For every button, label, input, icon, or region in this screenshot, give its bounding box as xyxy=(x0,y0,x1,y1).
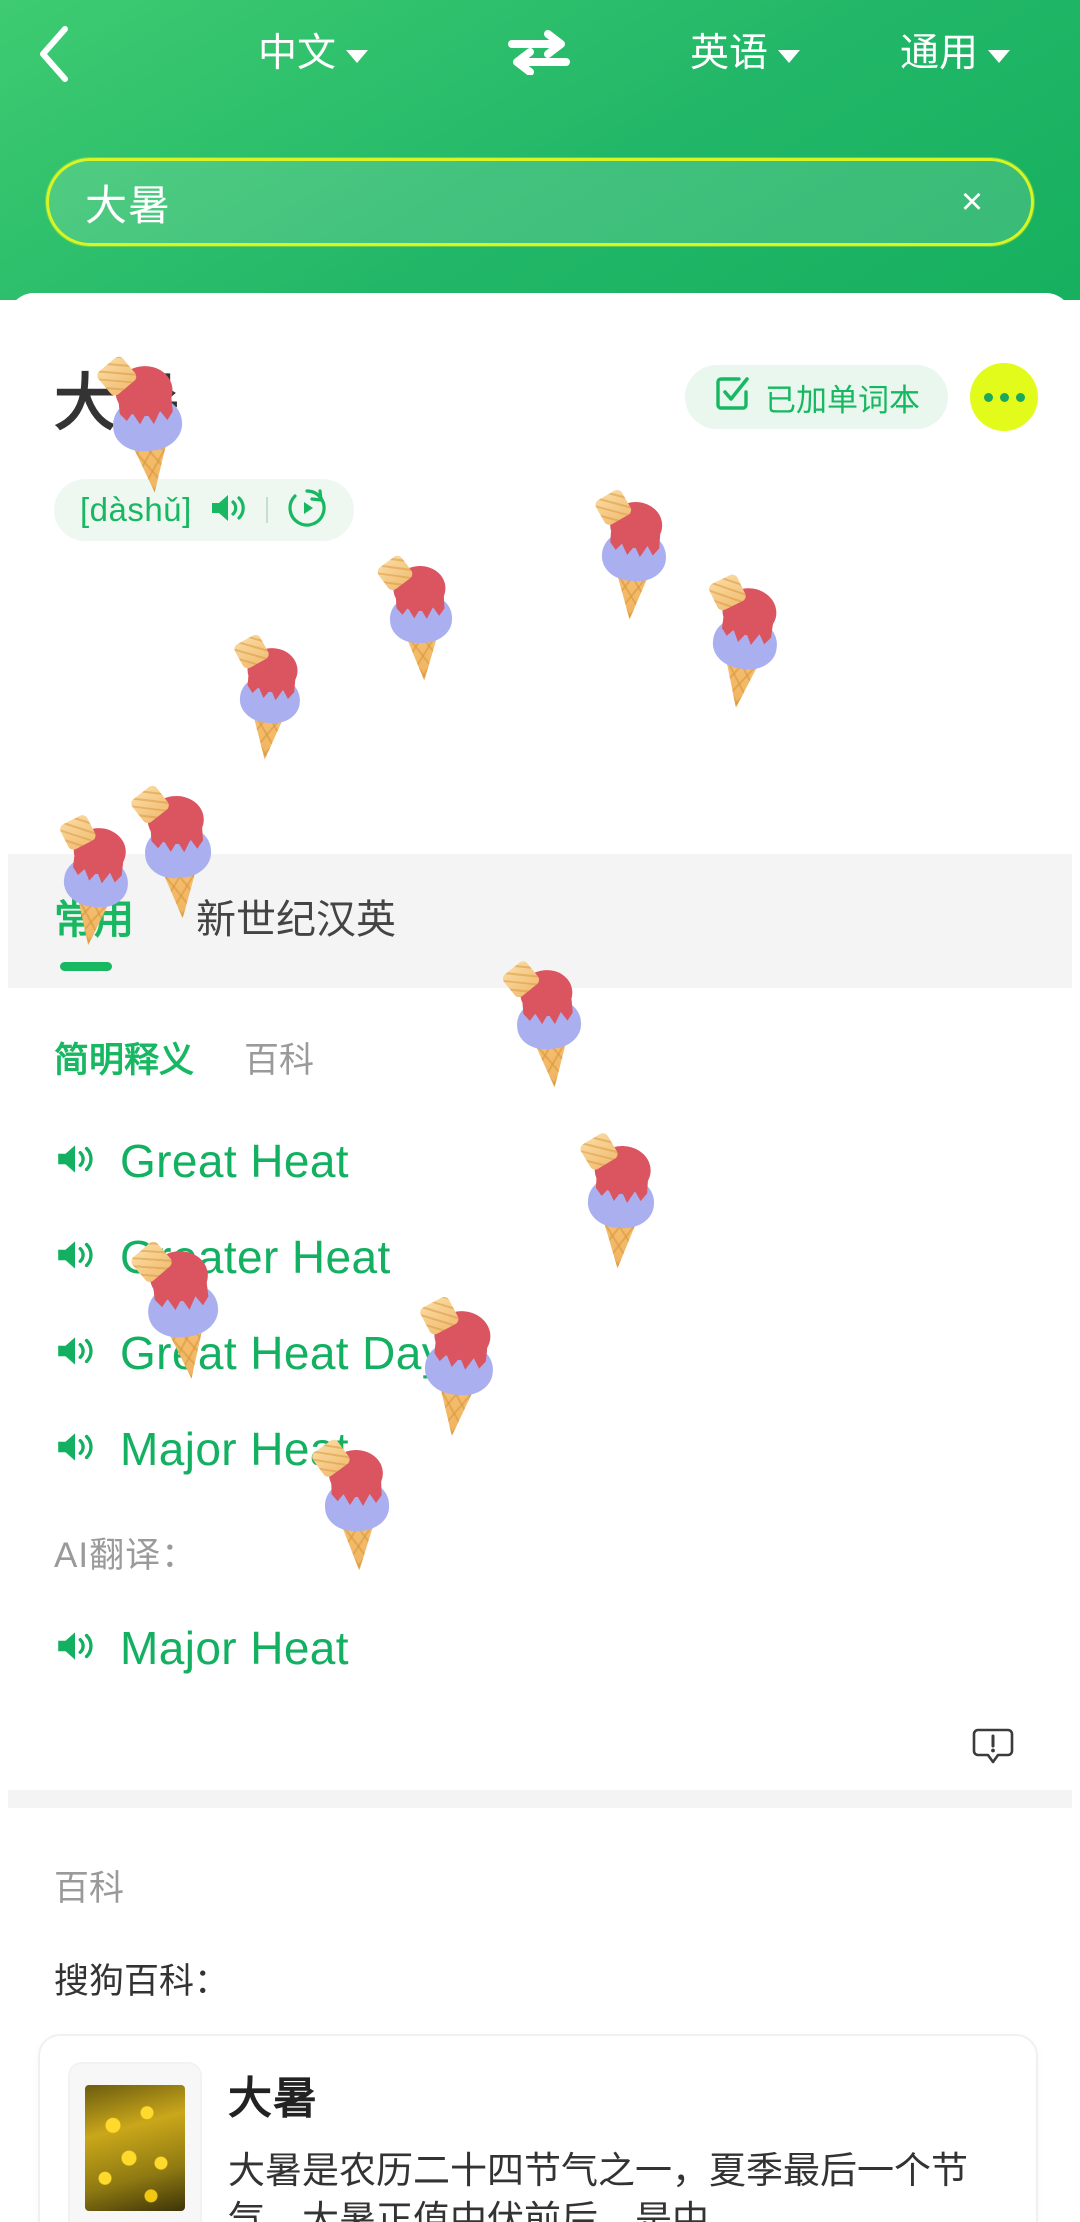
vocabulary-status-label: 已加单词本 xyxy=(765,382,920,418)
section-divider xyxy=(8,1790,1072,1808)
back-button[interactable] xyxy=(0,0,108,108)
chevron-down-icon xyxy=(346,50,369,63)
chevron-left-icon xyxy=(37,25,71,83)
pronunciation-row: [dàshǔ] xyxy=(8,453,1072,541)
translation-item[interactable]: Major Heat xyxy=(54,1413,1072,1485)
report-feedback-button[interactable] xyxy=(970,1723,1016,1774)
pronunciation-pill[interactable]: [dàshǔ] xyxy=(54,479,354,541)
translation-text: Great Heat Day xyxy=(120,1327,446,1379)
checkbox-check-icon xyxy=(713,374,751,420)
pill-divider xyxy=(265,497,268,523)
swap-languages-button[interactable] xyxy=(500,28,578,80)
translation-item[interactable]: Greater Heat xyxy=(54,1221,1072,1293)
ai-translation-text: Major Heat xyxy=(120,1622,349,1674)
speaker-icon[interactable] xyxy=(208,491,248,530)
swap-horizontal-icon xyxy=(508,29,570,80)
subtab-encyclopedia[interactable]: 百科 xyxy=(244,1032,314,1083)
word-header-actions: 已加单词本 xyxy=(685,363,1038,431)
page-title: 大暑 xyxy=(54,369,183,438)
word-header: 大暑 已加单词本 xyxy=(8,341,1072,453)
card-thumbnail xyxy=(68,2062,202,2222)
speaker-icon[interactable] xyxy=(54,1628,96,1669)
chevron-down-icon xyxy=(988,50,1011,63)
translation-item[interactable]: Major Heat xyxy=(54,1612,1072,1684)
translation-item[interactable]: Great Heat xyxy=(54,1125,1072,1197)
report-feedback-icon xyxy=(970,1728,1016,1773)
translation-text: Greater Heat xyxy=(120,1231,391,1283)
encyclopedia-source-label: 搜狗百科： xyxy=(54,1962,230,2001)
source-language-selector[interactable]: 中文 xyxy=(258,32,369,75)
mode-selector[interactable]: 通用 xyxy=(900,32,1011,75)
translation-item[interactable]: Great Heat Day xyxy=(54,1317,1072,1389)
clear-search-button[interactable]: × xyxy=(949,183,995,221)
app-root: 中文 英语 通用 大暑 × 大暑 已加单词本 [dàshǔ] 常用 新世纪汉英 … xyxy=(0,0,1080,2222)
more-dots-icon xyxy=(983,392,993,402)
tab-new-century-ce[interactable]: 新世纪汉英 xyxy=(196,887,396,955)
subtab-brief-definition[interactable]: 简明释义 xyxy=(54,1032,194,1083)
dictionary-tabs: 常用 新世纪汉英 xyxy=(8,854,1072,988)
source-language-label: 中文 xyxy=(258,32,337,75)
tab-common[interactable]: 常用 xyxy=(54,887,134,971)
speaker-icon[interactable] xyxy=(54,1141,96,1182)
card-description: 大暑是农历二十四节气之一，夏季最后一个节气。大暑正值中伏前后，是中… xyxy=(228,2150,968,2222)
encyclopedia-tab-label[interactable]: 百科 xyxy=(8,1808,1072,1911)
definition-section: 简明释义 百科 Great Heat Greater Heat Great He… xyxy=(8,988,1072,1764)
ai-translation-list: Major Heat xyxy=(8,1578,1072,1684)
target-language-selector[interactable]: 英语 xyxy=(690,32,801,75)
search-input-value: 大暑 xyxy=(85,181,172,229)
encyclopedia-card[interactable]: 大暑 大暑是农历二十四节气之一，夏季最后一个节气。大暑正值中伏前后，是中… xyxy=(38,2034,1038,2222)
more-options-button[interactable] xyxy=(970,363,1038,431)
definition-subtabs: 简明释义 百科 xyxy=(8,988,1072,1083)
card-content: 大暑 大暑是农历二十四节气之一，夏季最后一个节气。大暑正值中伏前后，是中… xyxy=(228,2062,1008,2222)
encyclopedia-section: 百科 搜狗百科： 大暑 大暑是农历二十四节气之一，夏季最后一个节气。大暑正值中伏… xyxy=(8,1808,1072,2222)
speaker-icon[interactable] xyxy=(54,1333,96,1374)
target-language-label: 英语 xyxy=(690,32,769,75)
pinyin-text: [dàshǔ] xyxy=(80,491,192,528)
result-sheet: 大暑 已加单词本 [dàshǔ] 常用 新世纪汉英 简明释义 百科 Great … xyxy=(8,293,1072,2222)
yellow-flower-field-photo xyxy=(85,2085,185,2211)
chevron-down-icon xyxy=(778,50,801,63)
more-dots-icon xyxy=(999,392,1009,402)
mode-label: 通用 xyxy=(900,32,979,75)
search-input[interactable]: 大暑 × xyxy=(46,158,1034,246)
translation-text: Great Heat xyxy=(120,1135,349,1187)
speaker-icon[interactable] xyxy=(54,1237,96,1278)
translation-text: Major Heat xyxy=(120,1423,349,1475)
vocabulary-status-badge[interactable]: 已加单词本 xyxy=(685,365,948,429)
ai-translation-label: AI翻译： xyxy=(54,1536,198,1575)
app-header: 中文 英语 通用 大暑 × xyxy=(0,0,1080,300)
play-circle-icon[interactable] xyxy=(286,487,328,534)
top-navigation-bar: 中文 英语 通用 xyxy=(0,0,1080,108)
more-dots-icon xyxy=(1015,392,1025,402)
card-title: 大暑 xyxy=(228,2074,318,2123)
speaker-icon[interactable] xyxy=(54,1429,96,1470)
translation-list: Great Heat Greater Heat Great Heat Day M… xyxy=(8,1083,1072,1485)
